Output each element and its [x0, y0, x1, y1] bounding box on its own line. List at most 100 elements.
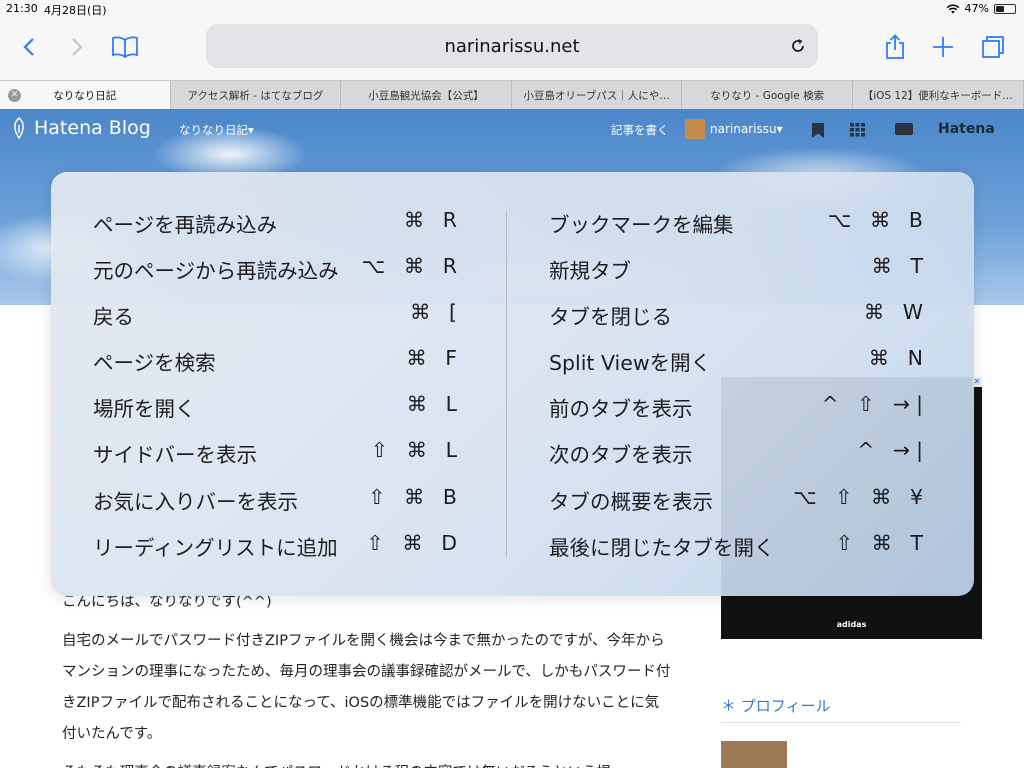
apps-grid-icon[interactable]	[850, 123, 866, 137]
column-divider	[506, 210, 507, 558]
hatena-pen-icon	[14, 117, 24, 139]
battery-icon	[994, 3, 1016, 14]
notification-icon[interactable]	[895, 123, 913, 135]
tab-narinari[interactable]: ✕ なりなり日記	[0, 81, 171, 109]
status-time: 21:30	[6, 2, 38, 15]
user-menu[interactable]: narinarissu▾	[710, 122, 783, 136]
shortcut-keys: ⌘ [	[409, 300, 463, 325]
tab-label: 小豆島観光協会【公式】	[368, 89, 484, 102]
shortcut-label: 戻る	[93, 305, 134, 330]
article-paragraph: そもそも理事会の議事録案なんてパスワードかける程の内容では無いだろうという提	[62, 758, 672, 768]
shortcut-label: 次のタブを表示	[549, 443, 693, 468]
shortcut-keys: ⌘ T	[871, 254, 929, 279]
status-date: 4月28日(日)	[44, 4, 107, 17]
shortcut-row: ページを検索 ⌘ F	[93, 336, 463, 382]
shortcut-row: タブを閉じる ⌘ W	[549, 290, 929, 336]
share-button[interactable]	[878, 30, 912, 64]
keyboard-shortcuts-overlay: ページを再読み込み ⌘ R 元のページから再読み込み ⌥ ⌘ R 戻る ⌘ [ ページ…	[51, 172, 974, 596]
user-avatar[interactable]	[685, 119, 705, 139]
tab-google-search[interactable]: なりなり - Google 検索	[682, 81, 853, 109]
tab-access-analysis[interactable]: アクセス解析 - はてなブログ	[171, 81, 342, 109]
shortcut-row: サイドバーを表示 ⇧ ⌘ L	[93, 428, 463, 474]
shortcut-row: ページを再読み込み ⌘ R	[93, 198, 463, 244]
bookmark-icon[interactable]	[812, 123, 824, 138]
hatena-link[interactable]: Hatena	[938, 121, 995, 137]
shortcut-keys: ⌘ L	[406, 392, 463, 417]
back-button[interactable]	[12, 30, 46, 64]
shortcut-label: ページを検索	[93, 351, 216, 376]
shortcut-label: 場所を開く	[93, 397, 196, 422]
tab-shodoshima-tourism[interactable]: 小豆島観光協会【公式】	[341, 81, 512, 109]
shortcut-keys: ⌥ ⌘ R	[361, 254, 463, 279]
shortcut-label: 元のページから再読み込み	[93, 259, 339, 284]
shortcut-keys: ⌥ ⌘ B	[827, 208, 929, 232]
shortcut-label: リーディングリストに追加	[93, 535, 338, 560]
write-article-link[interactable]: 記事を書く	[611, 122, 669, 138]
book-icon	[112, 36, 138, 58]
shortcut-label: サイドバーを表示	[93, 443, 257, 468]
forward-button[interactable]	[60, 30, 94, 64]
hatena-blog-bar: Hatena Blog なりなり日記▾ 記事を書く narinarissu▾ H…	[0, 109, 1024, 149]
shortcut-label: タブの概要を表示	[549, 489, 713, 514]
shortcut-label: 前のタブを表示	[549, 397, 693, 422]
status-right: 47%	[946, 2, 1016, 15]
profile-image	[721, 741, 787, 768]
new-tab-button[interactable]	[926, 30, 960, 64]
shortcut-column-right: ブックマークを編集 ⌥ ⌘ B 新規タブ ⌘ T タブを閉じる ⌘ W Split V…	[549, 198, 929, 567]
profile-heading: ＊ プロフィール	[721, 695, 961, 723]
address-bar[interactable]: narinarissu.net	[206, 24, 818, 68]
reload-icon[interactable]	[788, 36, 808, 56]
shortcut-row: 戻る ⌘ [	[93, 290, 463, 336]
shortcut-row: 新規タブ ⌘ T	[549, 244, 929, 290]
article-paragraph: 自宅のメールでパスワード付きZIPファイルを開く機会は今まで無かったのですが、今…	[62, 633, 671, 742]
shortcut-keys: ⌘ F	[406, 346, 463, 371]
shortcut-keys: ^ ⇧ →|	[821, 392, 929, 417]
shortcut-keys: ⌘ R	[403, 208, 463, 232]
chevron-right-icon	[72, 38, 83, 56]
battery-fill	[996, 5, 1005, 12]
shortcut-row: ブックマークを編集 ⌥ ⌘ B	[549, 198, 929, 244]
close-tab-icon[interactable]: ✕	[8, 89, 21, 102]
chevron-left-icon	[23, 38, 34, 56]
shortcut-row: 場所を開く ⌘ L	[93, 382, 463, 428]
ad-brand: adidas	[836, 620, 867, 629]
shortcut-row: Split Viewを開く ⌘ N	[549, 336, 929, 382]
shortcut-row: 元のページから再読み込み ⌥ ⌘ R	[93, 244, 463, 290]
wifi-icon	[946, 3, 959, 13]
url-text: narinarissu.net	[444, 36, 580, 57]
shortcut-label: ブックマークを編集	[549, 213, 734, 237]
shortcut-row: 次のタブを表示 ^ →|	[549, 428, 929, 474]
shortcut-keys: ⌘ W	[863, 300, 929, 325]
tab-label: 【iOS 12】便利なキーボード…	[862, 89, 1013, 102]
battery-percent: 47%	[964, 2, 989, 15]
tab-ios12-keyboard[interactable]: 【iOS 12】便利なキーボード…	[853, 81, 1024, 109]
shortcut-keys: ⇧ ⌘ T	[835, 530, 929, 555]
shortcut-row: お気に入りバーを表示 ⇧ ⌘ B	[93, 475, 463, 521]
blog-name-menu[interactable]: なりなり日記▾	[179, 122, 254, 138]
shortcut-row: 最後に閉じたタブを開く ⇧ ⌘ T	[549, 521, 929, 567]
tab-bar: ✕ なりなり日記 アクセス解析 - はてなブログ 小豆島観光協会【公式】 小豆島…	[0, 80, 1024, 109]
shortcut-keys: ^ →|	[857, 438, 929, 463]
shortcut-keys: ⌘ N	[868, 346, 929, 371]
tab-overview-button[interactable]	[976, 30, 1010, 64]
shortcut-label: Split Viewを開く	[549, 351, 712, 376]
article-body: こんにちは、なりなりです(^^) 自宅のメールでパスワード付きZIPファイルを開…	[62, 587, 672, 768]
tabs-icon	[982, 36, 1004, 58]
shortcut-keys: ⌥ ⇧ ⌘ ¥	[793, 484, 929, 509]
shortcut-label: お気に入りバーを表示	[93, 489, 298, 514]
shortcut-column-left: ページを再読み込み ⌘ R 元のページから再読み込み ⌥ ⌘ R 戻る ⌘ [ ページ…	[93, 198, 463, 567]
tab-label: なりなり - Google 検索	[710, 89, 825, 102]
plus-icon	[933, 37, 953, 57]
shortcut-label: 新規タブ	[549, 259, 631, 284]
shortcut-keys: ⇧ ⌘ D	[366, 530, 463, 555]
tab-label: 小豆島オリーブパス｜人にや…	[523, 89, 670, 102]
tab-olive-pass[interactable]: 小豆島オリーブパス｜人にや…	[512, 81, 683, 109]
status-bar: 21:30 4月28日(日) 47%	[0, 0, 1024, 18]
shortcut-keys: ⇧ ⌘ B	[368, 484, 463, 509]
shortcut-label: 最後に閉じたタブを開く	[549, 535, 775, 560]
share-icon	[886, 34, 904, 59]
shortcut-row: リーディングリストに追加 ⇧ ⌘ D	[93, 521, 463, 567]
shortcut-keys: ⇧ ⌘ L	[370, 438, 463, 463]
hatena-blog-logo[interactable]: Hatena Blog	[10, 117, 151, 139]
bookmarks-button[interactable]	[108, 30, 142, 64]
